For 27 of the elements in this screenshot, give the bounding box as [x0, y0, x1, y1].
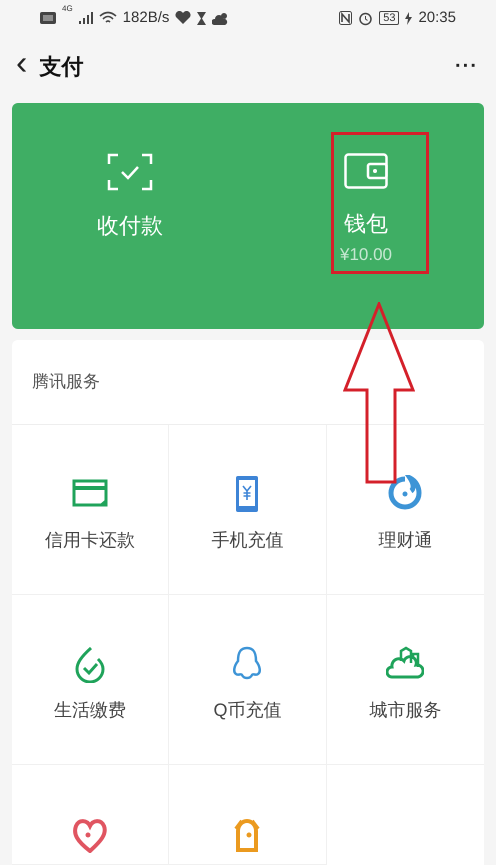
wifi-icon — [98, 11, 117, 25]
network-type: 4G — [62, 4, 73, 13]
hourglass-icon — [197, 12, 206, 24]
charging-icon — [405, 12, 412, 24]
nfc-icon — [339, 11, 352, 25]
service-tile[interactable]: 信用卡还款 — [12, 425, 170, 595]
service-tile[interactable]: 理财通 — [326, 425, 484, 595]
service-tile[interactable] — [12, 765, 170, 865]
clock-time: 20:35 — [418, 8, 456, 28]
service-tile[interactable]: 生活缴费 — [12, 595, 170, 765]
back-button[interactable]: ‹ — [16, 46, 28, 86]
service-tile[interactable] — [169, 765, 327, 865]
battery-level: 53 — [379, 11, 400, 25]
more-button[interactable]: ··· — [455, 51, 478, 81]
alarm-icon — [358, 10, 374, 26]
wallet-balance: ¥10.00 — [340, 244, 392, 266]
scan-check-icon — [107, 153, 153, 191]
network-speed: 182B/s — [122, 8, 170, 28]
service-tile[interactable]: 手机充值 — [169, 425, 327, 595]
service-tile[interactable]: 城市服务 — [326, 595, 484, 765]
wallet-icon — [344, 153, 388, 189]
service-tile[interactable]: Q币充值 — [169, 595, 327, 765]
heart-rate-icon — [175, 11, 192, 25]
weather-icon — [212, 12, 230, 24]
section-title: 腾讯服务 — [32, 371, 100, 394]
signal-icon — [78, 12, 93, 24]
page-title: 支付 — [39, 52, 84, 80]
